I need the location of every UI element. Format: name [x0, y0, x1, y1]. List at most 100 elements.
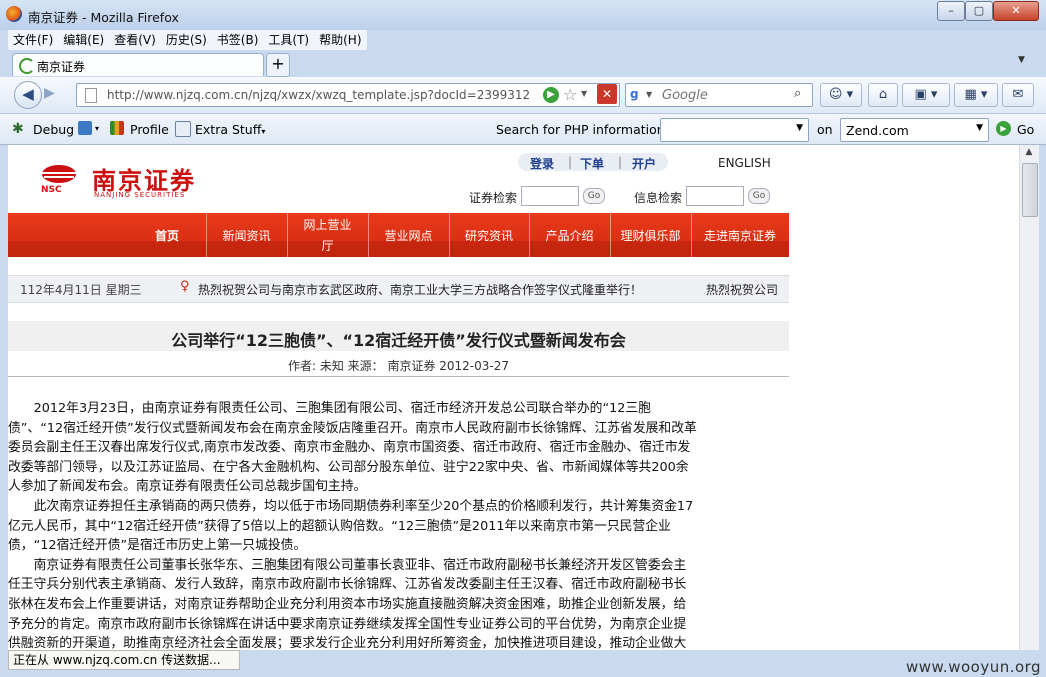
tab-bar: 南京证券 + ▼ [0, 51, 1046, 77]
close-button[interactable]: ✕ [993, 1, 1039, 21]
url-bar[interactable]: http://www.njzq.com.cn/njzq/xwzx/xwzq_te… [76, 83, 620, 107]
search-engine-dropdown-icon[interactable]: ▼ [646, 90, 652, 99]
monitor-dropdown-icon[interactable]: ▾ [95, 124, 99, 133]
nav-home[interactable]: 首页 [128, 213, 207, 257]
window-titlebar: 南京证券 - Mozilla Firefox – ▢ ✕ [0, 0, 1046, 30]
scroll-up-icon[interactable]: ▲ [1022, 147, 1036, 161]
extra-stuff-label: Extra Stuff [195, 122, 262, 137]
forward-arrow-icon: ▶ [44, 85, 55, 101]
window-title: 南京证券 - Mozilla Firefox [28, 10, 179, 25]
open-account-link[interactable]: 开户 [632, 155, 656, 172]
divider [8, 376, 789, 377]
back-arrow-icon: ◀ [22, 85, 34, 103]
url-dropdown-icon[interactable]: ▼ [581, 89, 587, 98]
nav-branches-label: 营业网点 [384, 229, 433, 243]
stock-search-label: 证券检索 [469, 191, 518, 205]
menu-bookmarks[interactable]: 书签(B) [212, 30, 264, 50]
home-button[interactable]: ⌂ [868, 83, 898, 107]
nav-about[interactable]: 走进南京证券 [691, 213, 789, 257]
vertical-scrollbar[interactable]: ▲ [1019, 145, 1039, 650]
divider: | [618, 155, 623, 169]
article-meta: 作者: 未知 来源： 南京证券 2012-03-27 [287, 359, 510, 373]
go-button[interactable]: Go [1017, 122, 1034, 137]
search-bar[interactable]: g ▼ ⌕ [625, 83, 813, 107]
nav-club-label: 理财俱乐部 [620, 229, 681, 243]
profile-icon [110, 121, 124, 135]
menu-bar: 文件(F) 编辑(E) 查看(V) 历史(S) 书签(B) 工具(T) 帮助(H) [8, 30, 367, 50]
nav-branches[interactable]: 营业网点 [368, 213, 450, 257]
extra-stuff-menu[interactable]: Extra Stuff▾ [195, 122, 265, 137]
page-icon [85, 88, 97, 103]
article-paragraph: 此次南京证券担任主承销商的两只债券，均以低于市场同期债券利率至少20个基点的价格… [8, 498, 694, 554]
article-paragraph: 南京证券有限责任公司董事长张华东、三胞集团有限公司董事长袁亚非、宿迁市政府副秘书… [8, 557, 687, 650]
english-link[interactable]: ENGLISH [718, 156, 771, 170]
menu-tools[interactable]: 工具(T) [263, 30, 314, 50]
login-link[interactable]: 登录 [530, 155, 554, 172]
stock-search-go-button[interactable]: Go [583, 188, 605, 204]
nav-products[interactable]: 产品介绍 [529, 213, 611, 257]
status-text: 正在从 www.njzq.com.cn 传送数据... [8, 650, 240, 670]
nav-online-hall[interactable]: 网上营业厅 [287, 213, 369, 257]
top-links: 登录 | 下单 | 开户 [518, 153, 668, 171]
search-input[interactable] [660, 86, 794, 104]
firefox-icon [6, 6, 22, 22]
screenshot-icon: ▣ ▾ [914, 87, 938, 102]
profile-menu[interactable]: Profile [130, 122, 169, 137]
site-select[interactable]: Zend.com ▼ [840, 118, 989, 142]
nav-products-label: 产品介绍 [545, 229, 594, 243]
menu-file[interactable]: 文件(F) [8, 30, 58, 50]
developer-toolbar: ✱ Debug ▾ Profile Extra Stuff▾ Search fo… [0, 114, 1046, 145]
article-body: 2012年3月23日，由南京证券有限责任公司、三胞集团有限公司、宿迁市经济开发总… [8, 399, 698, 650]
nav-about-label: 走进南京证券 [703, 229, 776, 243]
menu-view[interactable]: 查看(V) [109, 30, 161, 50]
tab-active[interactable]: 南京证券 [12, 53, 264, 76]
monitor-icon[interactable] [78, 121, 92, 135]
lightbulb-icon: ♀ [180, 279, 190, 294]
addon-button[interactable]: ☺ ▾ [820, 83, 862, 107]
url-text[interactable]: http://www.njzq.com.cn/njzq/xwzx/xwzq_te… [107, 88, 530, 102]
watermark: www.wooyun.org [906, 658, 1042, 676]
mail-icon: ✉ [1012, 87, 1024, 102]
info-search-go-button[interactable]: Go [748, 188, 770, 204]
nav-news[interactable]: 新闻资讯 [206, 213, 288, 257]
menu-help[interactable]: 帮助(H) [314, 30, 366, 50]
ticker-link-2[interactable]: 热烈祝贺公司 [706, 281, 786, 298]
debug-menu[interactable]: Debug [33, 122, 74, 137]
back-button[interactable]: ◀ [14, 81, 42, 109]
go-icon[interactable]: ▶ [996, 121, 1011, 136]
tab-list-icon[interactable]: ▼ [1018, 55, 1025, 65]
info-search-label: 信息检索 [634, 191, 683, 205]
search-icon[interactable]: ⌕ [794, 86, 801, 101]
nav-research[interactable]: 研究资讯 [449, 213, 530, 257]
nav-news-label: 新闻资讯 [222, 229, 271, 243]
site-select-value: Zend.com [846, 123, 909, 138]
nav-online-hall-label-2: 厅 [321, 239, 334, 253]
order-link[interactable]: 下单 [580, 155, 604, 172]
stock-search-input[interactable] [521, 186, 579, 206]
extensions-button[interactable]: ▦ ▾ [954, 83, 998, 107]
google-icon[interactable]: g [630, 87, 646, 103]
minimize-button[interactable]: – [937, 1, 965, 21]
divider: | [568, 155, 573, 169]
smiley-icon: ☺ ▾ [828, 87, 854, 102]
go-arrow-icon[interactable]: ▶ [543, 87, 559, 103]
scrollbar-thumb[interactable] [1022, 163, 1038, 217]
main-nav: 首页 新闻资讯 网上营业厅 营业网点 研究资讯 产品介绍 理财俱乐部 走进南京证… [8, 213, 789, 257]
menu-history[interactable]: 历史(S) [161, 30, 212, 50]
bookmark-star-icon[interactable]: ☆ [563, 85, 577, 104]
mail-button[interactable]: ✉ [1002, 83, 1034, 107]
stop-icon[interactable]: ✕ [597, 84, 617, 104]
screenshot-button[interactable]: ▣ ▾ [902, 83, 950, 107]
php-search-input[interactable]: ▼ [660, 118, 809, 142]
new-tab-button[interactable]: + [266, 53, 290, 77]
date-ticker-bar: 112年4月11日 星期三 ♀ 热烈祝贺公司与南京市玄武区政府、南京工业大学三方… [8, 275, 789, 303]
article-title: 公司举行“12三胞债”、“12宿迁经开债”发行仪式暨新闻发布会 [171, 331, 626, 350]
forward-button[interactable]: ▶ [44, 85, 55, 101]
ticker-link[interactable]: 热烈祝贺公司与南京市玄武区政府、南京工业大学三方战略合作签字仪式隆重举行！ [198, 281, 642, 298]
nav-club[interactable]: 理财俱乐部 [610, 213, 692, 257]
info-search-input[interactable] [686, 186, 744, 206]
maximize-button[interactable]: ▢ [965, 1, 993, 21]
php-search-label: Search for PHP information: [496, 122, 669, 137]
menu-edit[interactable]: 编辑(E) [58, 30, 109, 50]
status-bar: 正在从 www.njzq.com.cn 传送数据... [8, 650, 1038, 670]
